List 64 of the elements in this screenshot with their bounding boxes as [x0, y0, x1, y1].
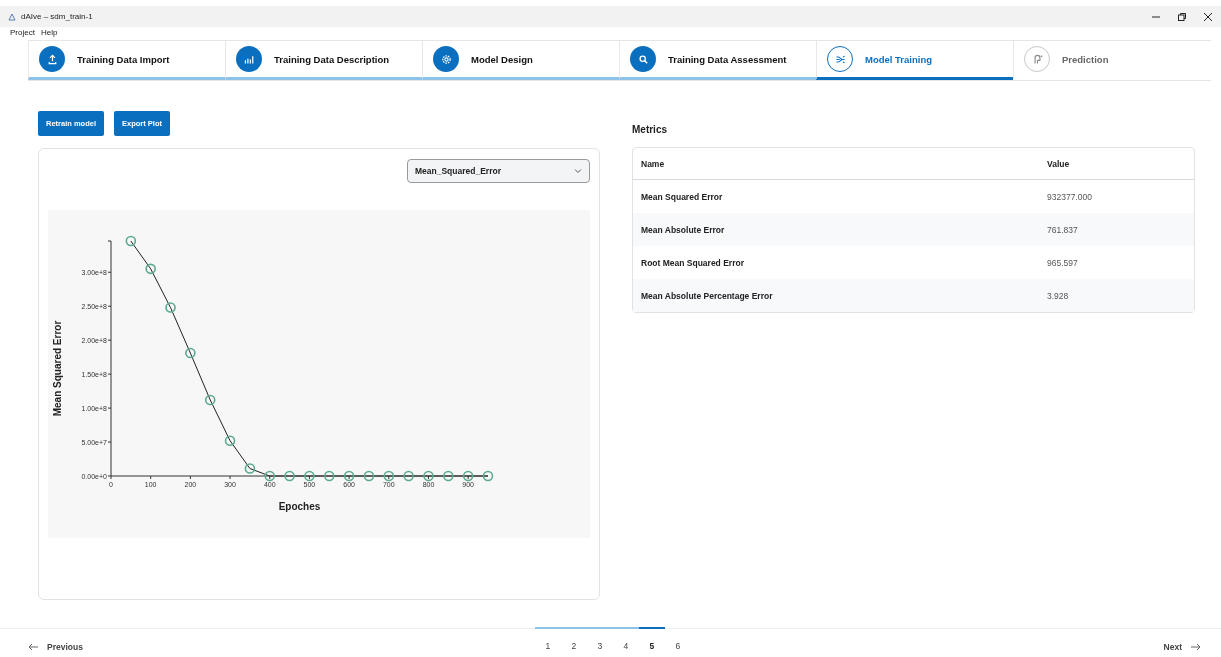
- data-point: [224, 435, 236, 446]
- app-icon: [8, 12, 16, 21]
- metric-dropdown[interactable]: Mean_Squared_Error: [407, 159, 590, 183]
- data-point: [165, 302, 176, 313]
- step-tab[interactable]: Training Data Description: [225, 41, 422, 80]
- step-label: Training Data Description: [274, 53, 390, 65]
- page-button[interactable]: 1: [534, 626, 561, 652]
- column-header: Name: [641, 158, 666, 169]
- data-point: [264, 470, 276, 482]
- table-cell-text: 932377.000: [1047, 191, 1093, 202]
- data-point: [423, 470, 434, 482]
- table-cell-text: Mean Absolute Percentage Error: [641, 290, 774, 301]
- chevron-icon: [574, 167, 582, 175]
- page-button[interactable]: 5: [638, 626, 665, 652]
- page-button[interactable]: 3: [586, 626, 613, 652]
- window-title: dAIve – sdm_train-1: [21, 12, 93, 21]
- data-point: [403, 470, 414, 482]
- step-tab[interactable]: Prediction: [1013, 41, 1210, 80]
- previous-link[interactable]: Previous: [28, 642, 83, 652]
- page-button[interactable]: 6: [664, 626, 691, 652]
- step-label: Prediction: [1062, 53, 1109, 65]
- search-icon: [636, 52, 650, 66]
- table-cell-text: Root Mean Squared Error: [641, 257, 745, 268]
- table-cell-text: Mean Absolute Error: [641, 224, 726, 235]
- step-label: Model Design: [471, 53, 533, 65]
- data-point: [284, 470, 295, 482]
- data-point: [443, 470, 454, 482]
- step-label: Training Data Assessment: [668, 53, 787, 65]
- data-point: [145, 263, 156, 275]
- step-tab[interactable]: Training Data Import: [28, 41, 225, 80]
- column-header: Value: [1047, 158, 1071, 169]
- data-point: [343, 470, 355, 482]
- data-point: [204, 394, 216, 406]
- table-cell-text: Mean Squared Error: [641, 191, 724, 202]
- table-cell-text: 761.837: [1047, 224, 1079, 235]
- data-point: [125, 235, 137, 247]
- x-axis-title: Epoches: [278, 501, 321, 512]
- page-button[interactable]: 4: [612, 626, 639, 652]
- close-icon[interactable]: [1203, 11, 1213, 22]
- gear-icon: [439, 52, 453, 66]
- restore-icon[interactable]: [1177, 11, 1187, 22]
- step-tab[interactable]: Model Training: [816, 41, 1013, 80]
- data-point: [482, 470, 494, 482]
- table-cell-text: 965.597: [1047, 257, 1079, 268]
- data-point: [323, 470, 335, 482]
- next-link[interactable]: Next: [1163, 642, 1201, 652]
- table-cell-text: 3.928: [1047, 290, 1070, 301]
- data-point: [304, 470, 315, 482]
- data-point: [363, 470, 375, 482]
- step-label: Training Data Import: [77, 53, 170, 65]
- data-point: [244, 463, 256, 474]
- y-axis-title: Mean Squared Error: [52, 320, 63, 417]
- data-point: [462, 470, 474, 482]
- step-tab[interactable]: Model Design: [422, 41, 619, 80]
- metrics-title: Metrics: [632, 124, 668, 135]
- menu-item[interactable]: Project: [10, 27, 35, 37]
- page-button[interactable]: 2: [560, 626, 587, 652]
- data-point: [383, 470, 395, 482]
- arrow-right-icon: [1190, 643, 1201, 651]
- data-point: [185, 347, 196, 359]
- step-label: Model Training: [865, 53, 933, 65]
- arrow-left-icon: [28, 643, 39, 651]
- step-tab[interactable]: Training Data Assessment: [619, 41, 816, 80]
- menu-item[interactable]: Help: [40, 27, 58, 37]
